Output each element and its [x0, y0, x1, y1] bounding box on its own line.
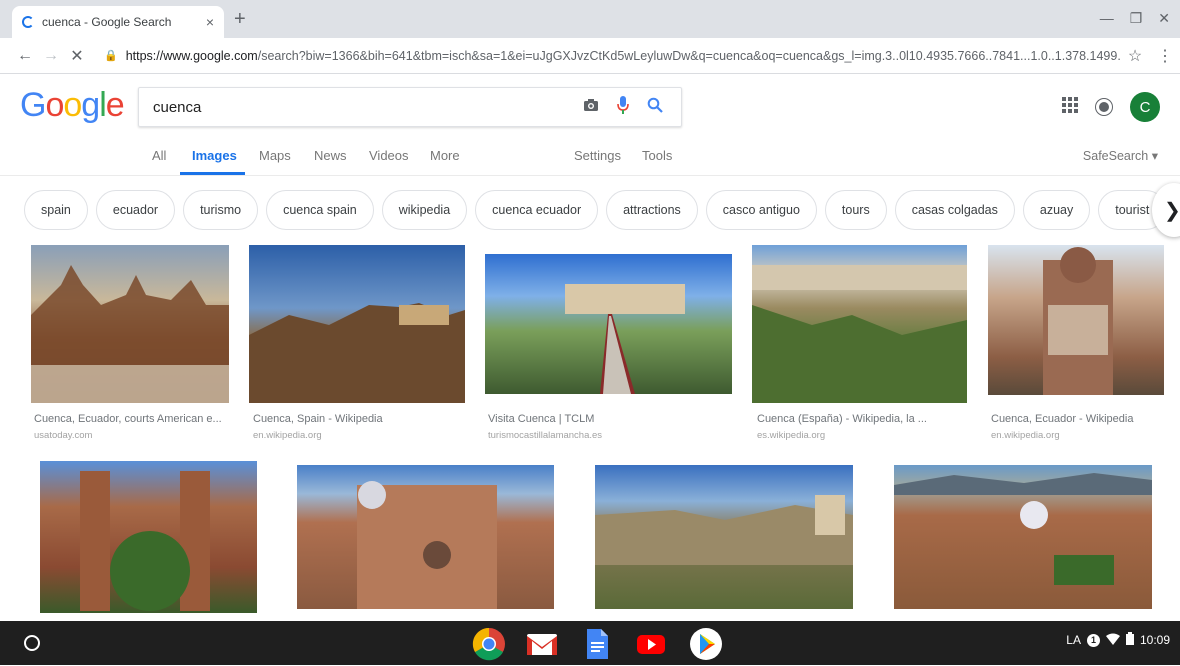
result-image-8[interactable]	[595, 465, 853, 609]
minimize-icon[interactable]: —	[1100, 10, 1114, 27]
result-caption-3[interactable]: Visita Cuenca | TCLM	[488, 413, 594, 425]
url-path: /search?biw=1366&bih=641&tbm=isch&sa=1&e…	[257, 48, 1120, 63]
chip-casas-colgadas[interactable]: casas colgadas	[894, 190, 1015, 230]
chip-cuenca-spain[interactable]: cuenca spain	[266, 190, 374, 230]
chip-attractions[interactable]: attractions	[606, 190, 698, 230]
new-tab-button[interactable]: +	[234, 8, 246, 31]
tab-tools[interactable]: Tools	[642, 148, 672, 163]
result-caption-2[interactable]: Cuenca, Spain - Wikipedia	[253, 413, 383, 425]
tab-all[interactable]: All	[152, 148, 166, 163]
tab-maps[interactable]: Maps	[259, 148, 291, 163]
battery-icon	[1125, 632, 1134, 648]
chip-azuay[interactable]: azuay	[1022, 190, 1091, 230]
gmail-icon[interactable]	[525, 627, 559, 661]
stop-icon[interactable]: ✕	[64, 46, 90, 66]
youtube-icon[interactable]	[634, 627, 668, 661]
microphone-icon[interactable]	[607, 95, 639, 119]
address-bar[interactable]: 🔒 https://www.google.com/search?biw=1366…	[104, 49, 1120, 63]
tab-strip: cuenca - Google Search × + — ❐ ✕	[0, 0, 1180, 38]
result-image-7[interactable]	[297, 465, 554, 609]
omnibox-bar: ← → ✕ 🔒 https://www.google.com/search?bi…	[0, 38, 1180, 74]
window-controls: — ❐ ✕	[1100, 10, 1170, 27]
result-source-2: en.wikipedia.org	[253, 430, 322, 441]
apps-grid-icon[interactable]	[1062, 96, 1078, 118]
active-tab-indicator	[180, 172, 245, 175]
browser-menu-icon[interactable]: ⋮	[1150, 46, 1180, 66]
system-shelf: LA 1 10:09	[0, 621, 1180, 665]
result-source-1: usatoday.com	[34, 430, 93, 441]
result-caption-5[interactable]: Cuenca, Ecuador - Wikipedia	[991, 413, 1133, 425]
result-image-6[interactable]	[40, 461, 257, 613]
chip-casco-antiguo[interactable]: casco antiguo	[705, 190, 817, 230]
tab-more[interactable]: More	[430, 148, 460, 163]
result-image-5[interactable]	[988, 245, 1164, 395]
chip-spain[interactable]: spain	[24, 190, 88, 230]
launcher-icon[interactable]	[24, 635, 40, 651]
chrome-icon[interactable]	[472, 627, 506, 661]
tab-close-icon[interactable]: ×	[206, 14, 214, 30]
result-caption-1[interactable]: Cuenca, Ecuador, courts American e...	[34, 413, 222, 425]
loading-icon	[22, 16, 34, 28]
result-source-5: en.wikipedia.org	[991, 430, 1060, 441]
wifi-icon	[1105, 633, 1120, 648]
avatar[interactable]: C	[1130, 92, 1160, 122]
bookmark-star-icon[interactable]: ☆	[1120, 46, 1150, 66]
search-icon[interactable]	[639, 97, 671, 118]
lock-icon: 🔒	[104, 50, 118, 62]
notifications-icon[interactable]	[1096, 99, 1112, 115]
input-method-label: LA	[1066, 633, 1081, 647]
result-image-2[interactable]	[249, 245, 465, 403]
camera-icon[interactable]	[575, 98, 607, 117]
clock: 10:09	[1139, 633, 1170, 647]
back-icon[interactable]: ←	[12, 47, 38, 65]
chip-ecuador[interactable]: ecuador	[95, 190, 176, 230]
chip-wikipedia[interactable]: wikipedia	[381, 190, 468, 230]
url-host: https://www.google.com	[125, 48, 258, 63]
chip-turismo[interactable]: turismo	[183, 190, 259, 230]
result-image-4[interactable]	[752, 245, 967, 403]
status-tray[interactable]: LA 1 10:09	[1066, 632, 1170, 648]
search-tabs: All Images Maps News Videos More Setting…	[0, 138, 1180, 176]
info-badge-icon: 1	[1086, 633, 1100, 647]
docs-icon[interactable]	[580, 627, 614, 661]
play-store-icon[interactable]	[689, 627, 723, 661]
result-image-3[interactable]	[485, 254, 732, 394]
close-window-icon[interactable]: ✕	[1158, 10, 1170, 27]
result-caption-4[interactable]: Cuenca (España) - Wikipedia, la ...	[757, 413, 927, 425]
restore-icon[interactable]: ❐	[1130, 10, 1143, 27]
tab-videos[interactable]: Videos	[369, 148, 409, 163]
related-search-chips: spain ecuador turismo cuenca spain wikip…	[24, 190, 1167, 232]
forward-icon[interactable]: →	[38, 47, 64, 65]
tab-images[interactable]: Images	[192, 148, 237, 163]
tab-settings[interactable]: Settings	[574, 148, 621, 163]
chip-cuenca-ecuador[interactable]: cuenca ecuador	[475, 190, 599, 230]
search-box[interactable]	[138, 87, 682, 127]
tab-title: cuenca - Google Search	[42, 15, 172, 29]
result-image-9[interactable]	[894, 465, 1152, 609]
google-logo[interactable]: Google	[20, 86, 125, 125]
result-source-3: turismocastillalamancha.es	[488, 430, 603, 441]
tab-news[interactable]: News	[314, 148, 347, 163]
browser-tab[interactable]: cuenca - Google Search ×	[12, 6, 224, 38]
result-image-1[interactable]	[31, 245, 229, 403]
header-right: C	[1062, 92, 1160, 122]
safesearch-dropdown[interactable]: SafeSearch ▾	[1083, 148, 1158, 163]
result-source-4: es.wikipedia.org	[757, 430, 826, 441]
chip-tours[interactable]: tours	[824, 190, 887, 230]
search-input[interactable]	[153, 98, 575, 116]
